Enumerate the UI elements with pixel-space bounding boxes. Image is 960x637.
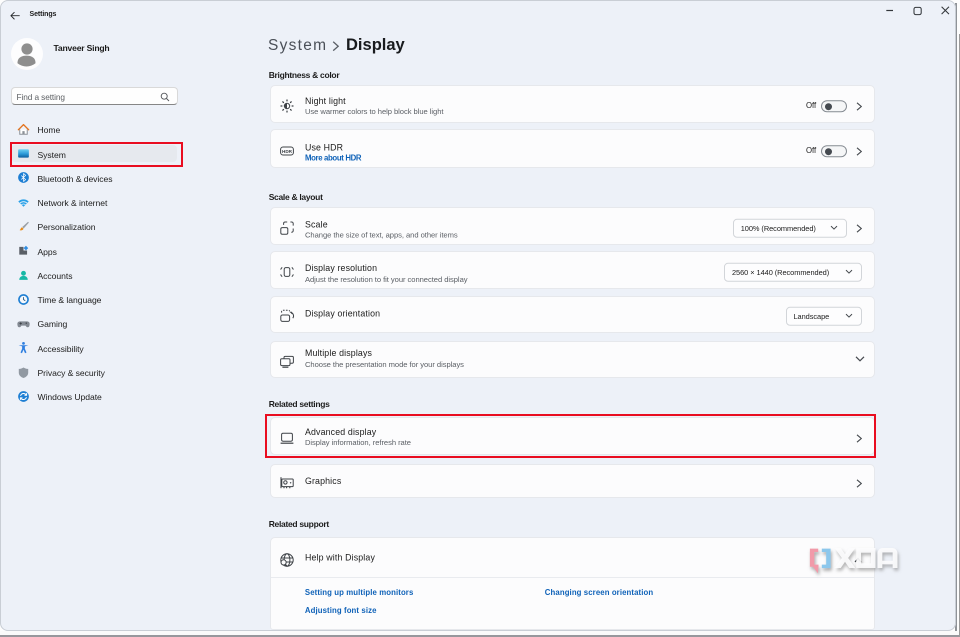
svg-text:HDR: HDR xyxy=(282,149,293,154)
